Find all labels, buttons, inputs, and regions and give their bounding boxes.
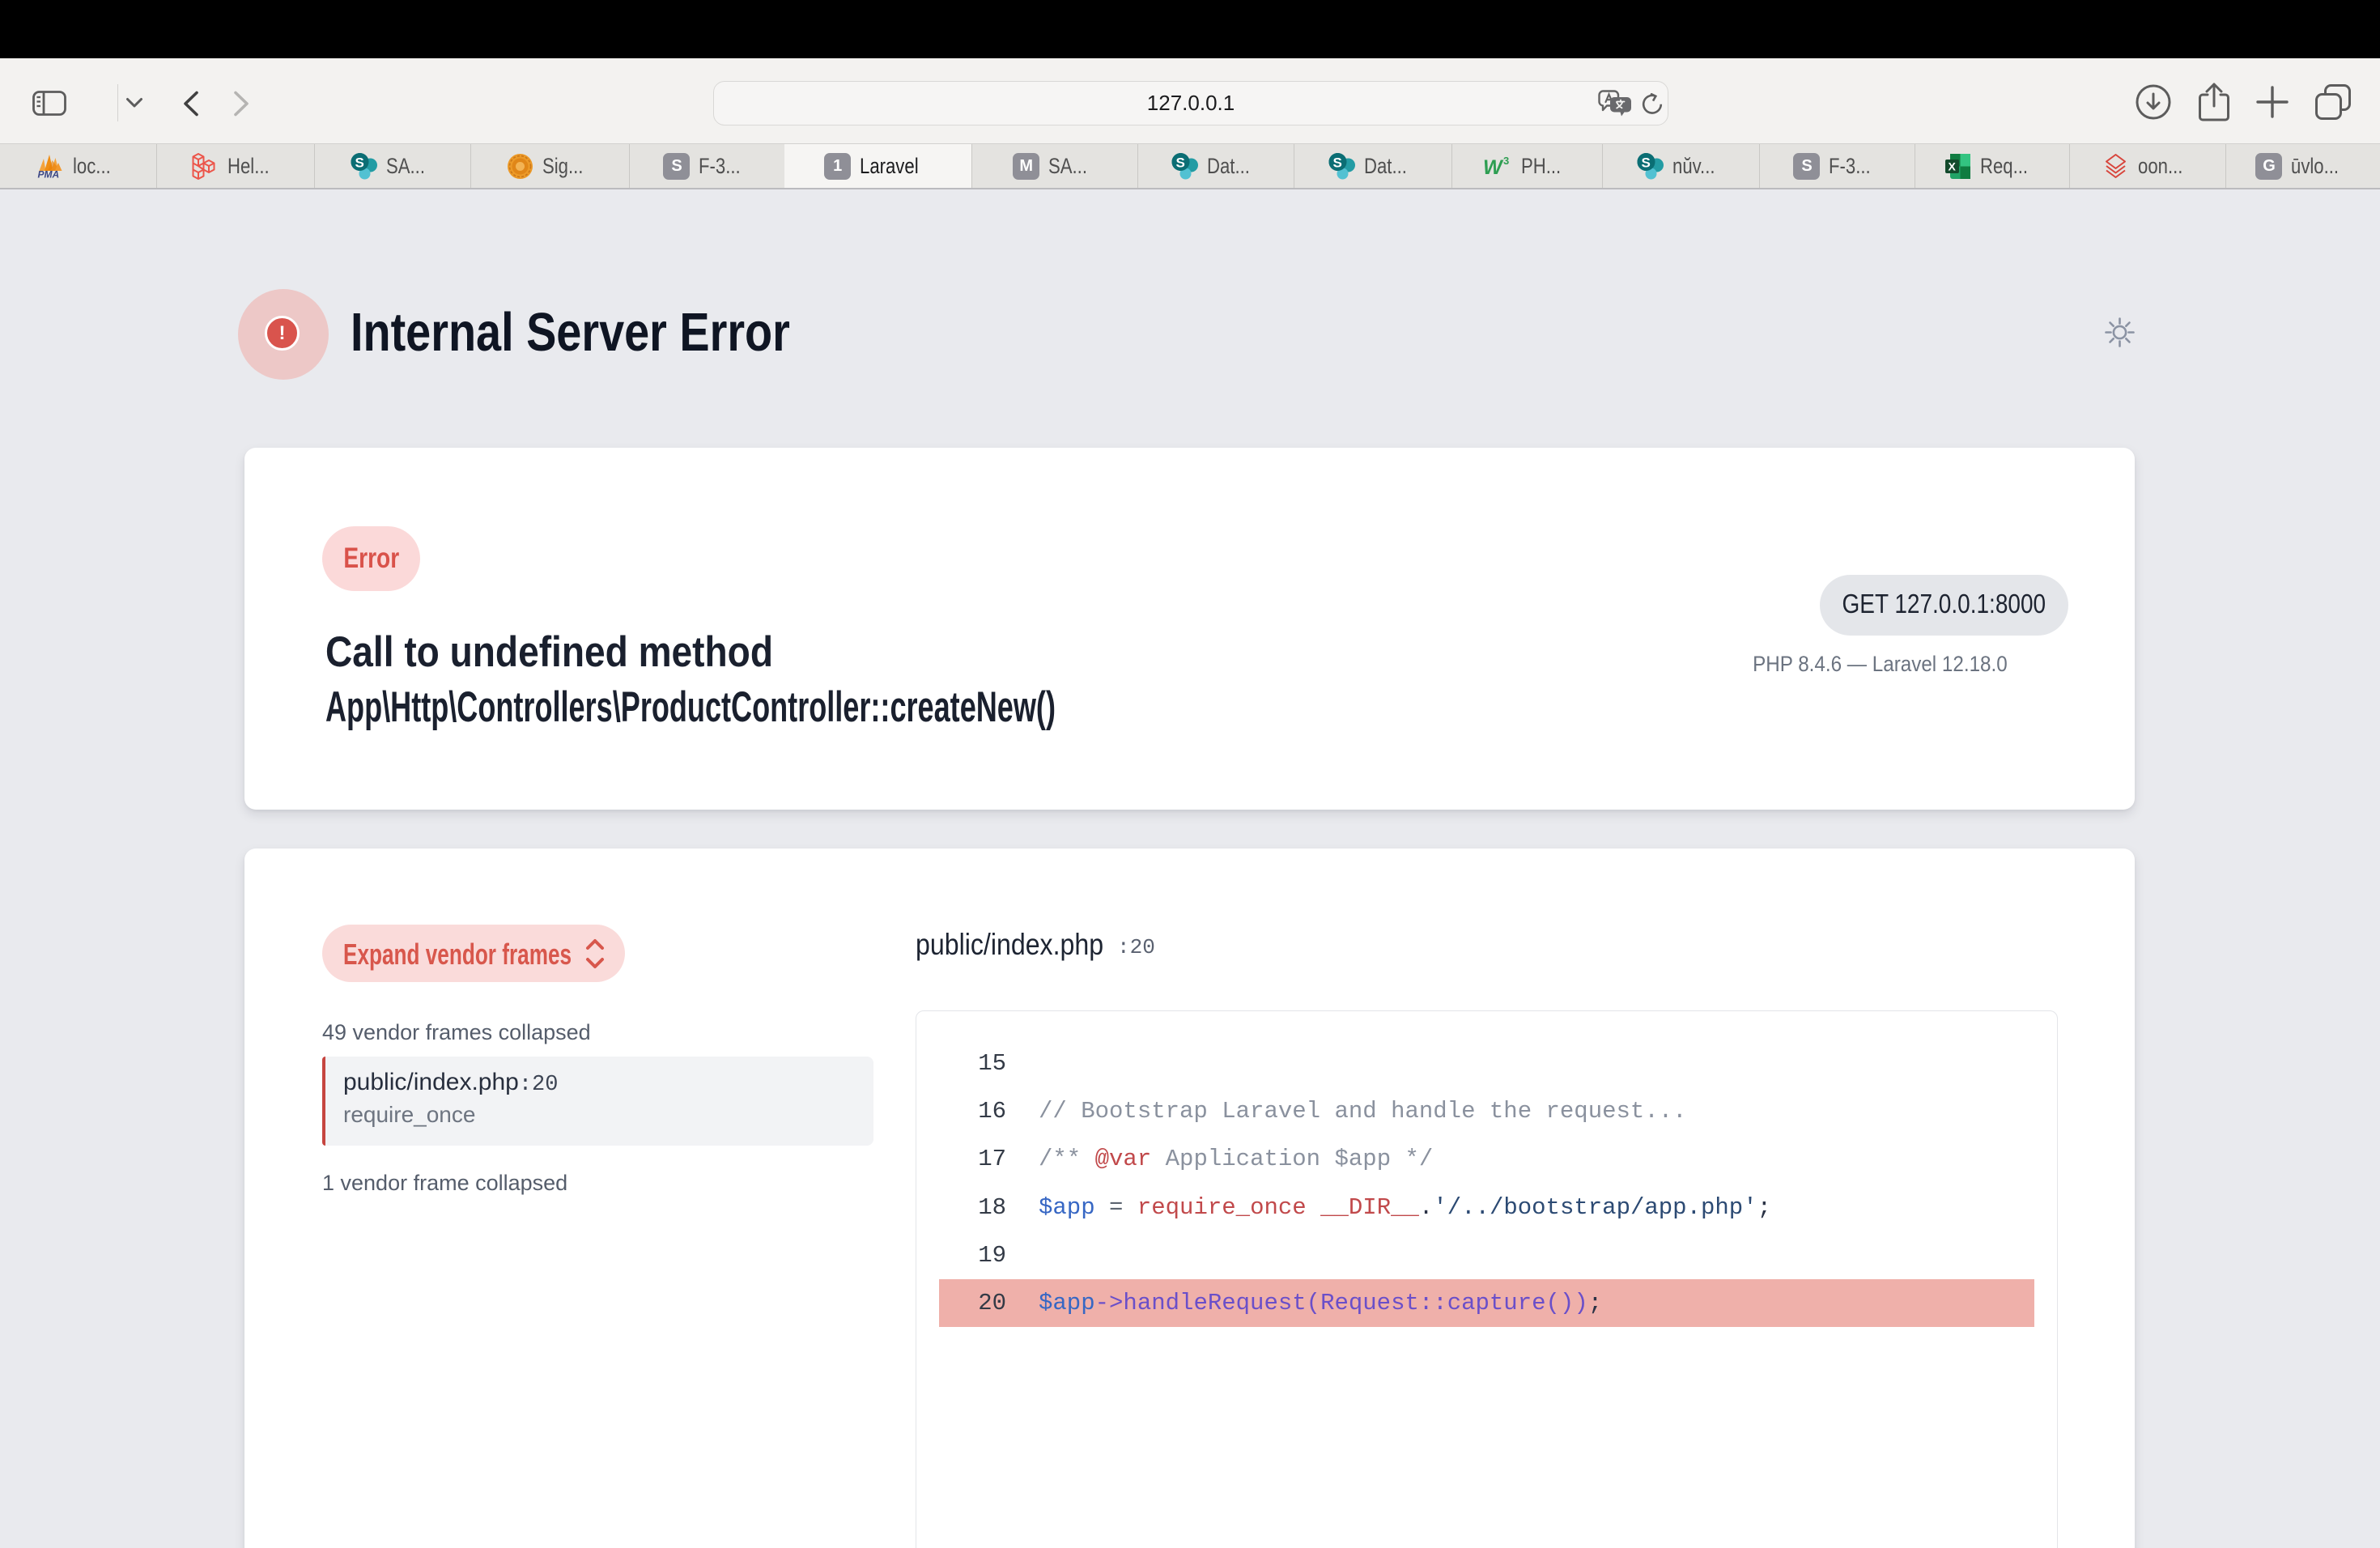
svg-text:S: S (1641, 155, 1650, 171)
svg-text:3: 3 (1503, 155, 1509, 167)
svg-text:X: X (1949, 160, 1957, 173)
svg-text:PMA: PMA (37, 169, 59, 181)
svg-text:S: S (1176, 155, 1185, 171)
svg-text:S: S (355, 155, 364, 171)
svg-text:W: W (1483, 156, 1504, 179)
svg-text:S: S (1333, 155, 1342, 171)
